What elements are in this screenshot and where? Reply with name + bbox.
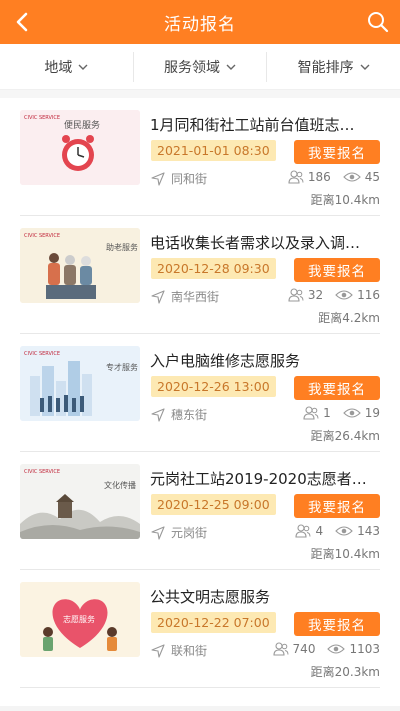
navigation-arrow-icon (151, 171, 165, 186)
signup-button[interactable]: 我要报名 (294, 494, 380, 518)
signup-button[interactable]: 我要报名 (294, 612, 380, 636)
activity-thumbnail: CIVIC SERVICE 助老服务 (20, 228, 140, 303)
signup-button[interactable]: 我要报名 (294, 140, 380, 164)
views-count: 1103 (327, 642, 380, 656)
svg-text:便民服务: 便民服务 (64, 119, 100, 131)
navigation-arrow-icon (151, 407, 165, 422)
search-icon (368, 12, 389, 33)
activity-stats: 32 116 (288, 288, 380, 302)
signup-button[interactable]: 我要报名 (294, 258, 380, 282)
activity-stats: 4 143 (295, 524, 380, 538)
page-title: 活动报名 (164, 14, 236, 35)
activity-location: 同和街 (151, 170, 207, 187)
activity-card[interactable]: CIVIC SERVICE 文化传播 元岗社工站2019-2020志愿者… 20… (20, 452, 380, 570)
activity-location: 元岗街 (151, 524, 207, 541)
activity-location: 穗东街 (151, 406, 207, 423)
svg-text:志愿服务: 志愿服务 (63, 614, 95, 624)
participants-count: 32 (288, 288, 323, 302)
navigation-arrow-icon (151, 525, 165, 540)
activity-card[interactable]: 志愿服务 公共文明志愿服务 2020-12-22 07:00 我要报名 联和街 (20, 570, 380, 688)
activity-title: 入户电脑维修志愿服务 (150, 352, 301, 370)
activity-date: 2020-12-28 09:30 (151, 258, 276, 279)
location-text: 元岗街 (171, 526, 208, 540)
activity-thumbnail: 志愿服务 (20, 582, 140, 657)
activity-stats: 186 45 (288, 170, 380, 184)
eye-icon (342, 172, 361, 182)
activity-thumbnail: CIVIC SERVICE 专才服务 (20, 346, 140, 421)
views-count: 116 (335, 288, 380, 302)
activity-distance: 距离10.4km (310, 193, 380, 207)
filter-region[interactable]: 地域 (0, 52, 133, 82)
activity-list: CIVIC SERVICE 便民服务 1月同和街社工站前台值班志… 2021-0… (0, 98, 400, 688)
svg-text:助老服务: 助老服务 (106, 242, 138, 252)
svg-text:CIVIC SERVICE: CIVIC SERVICE (24, 351, 60, 357)
list-footer-divider (0, 706, 400, 711)
activity-date: 2020-12-25 09:00 (151, 494, 276, 515)
filter-service-field[interactable]: 服务领域 (132, 51, 267, 82)
activity-title: 公共文明志愿服务 (150, 588, 271, 606)
people-icon (288, 170, 304, 184)
activity-title: 电话收集长者需求以及录入调… (150, 234, 361, 252)
activity-distance: 距离10.4km (310, 547, 380, 561)
svg-text:文化传播: 文化传播 (104, 480, 136, 490)
eye-icon (335, 526, 353, 536)
activity-title: 元岗社工站2019-2020志愿者… (150, 470, 367, 488)
activity-location: 联和街 (151, 642, 207, 659)
eye-icon (327, 644, 346, 654)
chevron-down-icon (360, 59, 370, 75)
people-icon (288, 288, 304, 302)
activity-location: 南华西街 (151, 288, 219, 305)
participants-count: 4 (295, 524, 323, 538)
people-icon (303, 406, 319, 420)
activity-card[interactable]: CIVIC SERVICE 便民服务 1月同和街社工站前台值班志… 2021-0… (20, 98, 380, 216)
filter-label: 地域 (44, 59, 73, 76)
participants-count: 740 (272, 642, 315, 656)
svg-text:专才服务: 专才服务 (106, 362, 138, 372)
filter-label: 服务领域 (164, 59, 220, 76)
location-text: 南华西街 (171, 290, 220, 304)
eye-icon (335, 290, 353, 300)
activity-card[interactable]: CIVIC SERVICE 专才服务 入户电脑维修志愿服务 2020-12-26… (20, 334, 380, 452)
activity-card[interactable]: CIVIC SERVICE 助老服务 电话收集长者需求以及录入调… 2020-1… (20, 216, 380, 334)
participants-count: 1 (303, 406, 331, 420)
svg-text:CIVIC SERVICE: CIVIC SERVICE (24, 233, 60, 239)
activity-distance: 距离4.2km (318, 311, 380, 325)
activity-thumbnail: CIVIC SERVICE 便民服务 (20, 110, 140, 185)
activity-distance: 距离26.4km (310, 429, 380, 443)
filter-smart-sort[interactable]: 智能排序 (266, 51, 400, 82)
activity-date: 2020-12-26 13:00 (151, 376, 276, 397)
location-text: 同和街 (171, 172, 208, 186)
app-header: 活动报名 (0, 0, 400, 44)
activity-title: 1月同和街社工站前台值班志… (150, 116, 355, 134)
location-text: 联和街 (171, 644, 208, 658)
navigation-arrow-icon (151, 643, 165, 658)
search-button[interactable] (366, 10, 390, 34)
filter-bar: 地域 服务领域 智能排序 (0, 44, 400, 90)
navigation-arrow-icon (151, 289, 165, 304)
views-count: 19 (342, 406, 380, 420)
people-icon (295, 524, 311, 538)
svg-text:CIVIC SERVICE: CIVIC SERVICE (24, 115, 60, 121)
svg-text:CIVIC SERVICE: CIVIC SERVICE (24, 469, 60, 475)
eye-icon (342, 408, 361, 418)
section-divider (0, 90, 400, 98)
participants-count: 186 (288, 170, 331, 184)
activity-stats: 740 1103 (272, 642, 380, 656)
activity-thumbnail: CIVIC SERVICE 文化传播 (20, 464, 140, 539)
signup-button[interactable]: 我要报名 (294, 376, 380, 400)
views-count: 45 (342, 170, 380, 184)
activity-date: 2021-01-01 08:30 (151, 140, 276, 161)
location-text: 穗东街 (171, 408, 208, 422)
people-icon (272, 642, 289, 656)
activity-stats: 1 19 (303, 406, 380, 420)
chevron-down-icon (78, 59, 88, 75)
views-count: 143 (335, 524, 380, 538)
activity-date: 2020-12-22 07:00 (151, 612, 276, 633)
activity-distance: 距离20.3km (310, 665, 380, 679)
filter-label: 智能排序 (297, 59, 354, 76)
chevron-down-icon (226, 59, 236, 75)
